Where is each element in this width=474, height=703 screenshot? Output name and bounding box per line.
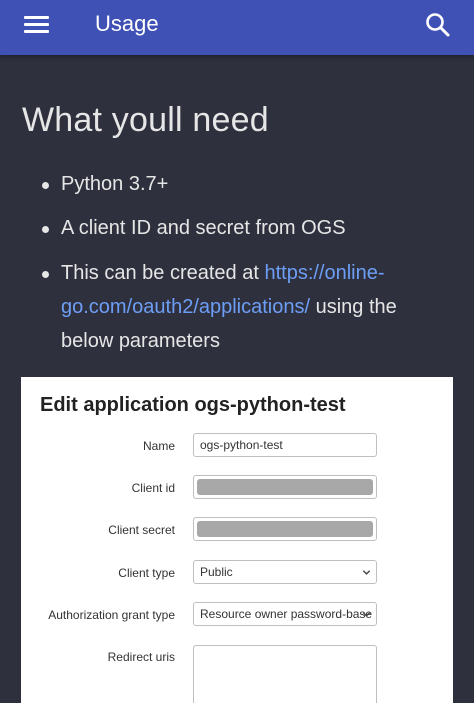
client-id-label: Client id bbox=[131, 481, 175, 495]
grant-type-value: Resource owner password-base bbox=[200, 607, 373, 621]
hamburger-menu-icon[interactable] bbox=[24, 14, 50, 36]
grant-type-select: Resource owner password-base bbox=[193, 602, 377, 626]
redirect-uris-textarea bbox=[193, 645, 377, 703]
requirements-list: Python 3.7+ A client ID and secret from … bbox=[0, 163, 474, 358]
name-label: Name bbox=[142, 439, 175, 453]
list-item: This can be created at https://online-go… bbox=[0, 256, 474, 358]
chevron-down-icon bbox=[362, 612, 371, 617]
list-item: A client ID and secret from OGS bbox=[0, 211, 474, 245]
section-heading: What youll need bbox=[22, 101, 269, 139]
list-item-text: This can be created at bbox=[61, 262, 265, 284]
chevron-down-icon bbox=[362, 570, 371, 575]
redacted-bar bbox=[197, 521, 373, 537]
list-item: Python 3.7+ bbox=[0, 167, 474, 201]
redirect-uris-label: Redirect uris bbox=[107, 650, 175, 664]
screenshot-title: Edit application ogs-python-test bbox=[40, 394, 346, 416]
grant-type-label: Authorization grant type bbox=[48, 608, 175, 622]
client-type-value: Public bbox=[200, 565, 233, 579]
client-id-field bbox=[193, 475, 377, 499]
edit-application-screenshot: Edit application ogs-python-test Name og… bbox=[21, 377, 453, 703]
search-icon[interactable] bbox=[424, 11, 452, 39]
list-item-text: Python 3.7+ bbox=[61, 173, 169, 195]
app-bar: Usage bbox=[0, 0, 474, 55]
client-type-label: Client type bbox=[118, 566, 175, 580]
name-field: ogs-python-test bbox=[193, 433, 377, 457]
client-secret-label: Client secret bbox=[108, 523, 175, 537]
page-title: Usage bbox=[95, 11, 159, 36]
list-item-text: A client ID and secret from OGS bbox=[61, 217, 346, 239]
client-type-select: Public bbox=[193, 560, 377, 584]
client-secret-field bbox=[193, 517, 377, 541]
redacted-bar bbox=[197, 479, 373, 495]
